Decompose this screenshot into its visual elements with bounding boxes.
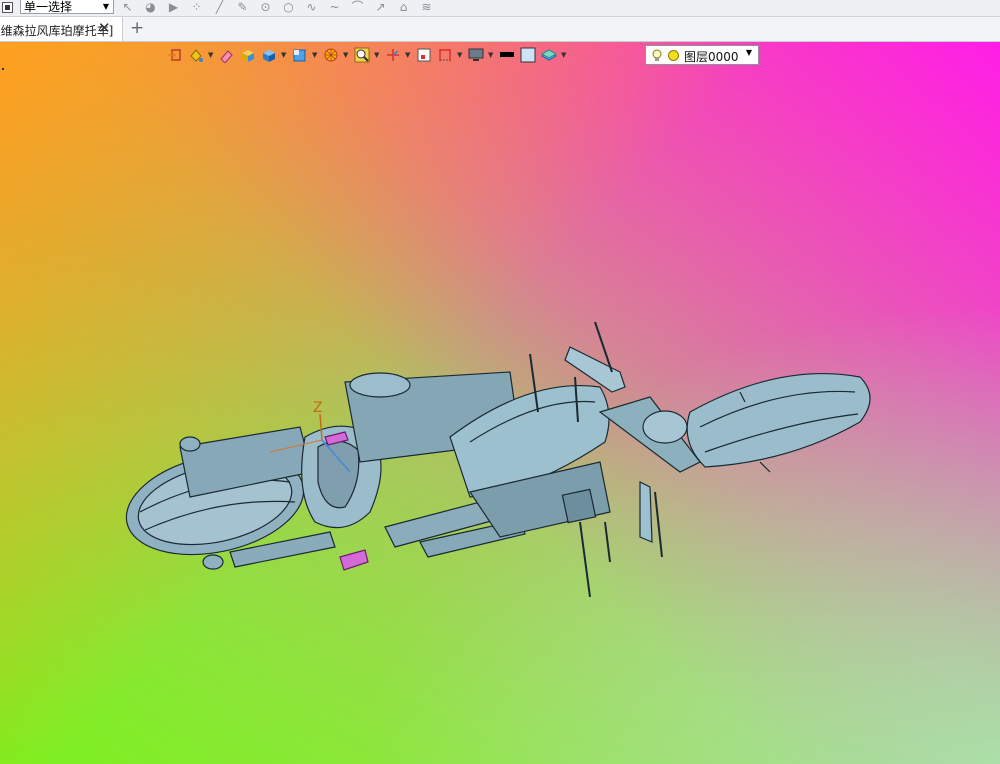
pen-icon[interactable]: ✎ — [235, 0, 250, 14]
headlight — [642, 410, 688, 444]
selection-mode-value: 单一选择 — [24, 0, 73, 14]
close-tab-icon[interactable]: ✕ — [98, 19, 111, 37]
arrow-icon[interactable]: ↗ — [373, 0, 388, 14]
line-icon[interactable]: ╱ — [212, 0, 227, 14]
select-arrow-icon[interactable]: ↖ — [120, 0, 135, 14]
front-wheel — [686, 372, 871, 468]
dropdown-arrow-icon: ▼ — [102, 2, 109, 11]
top-toolbar: 单一选择 ▼ ↖ ◕ ▶ ⁘ ╱ ✎ ⊙ ○ ∿ ~ ⌒ ↗ ⌂ ≋ — [0, 0, 1000, 17]
radiator — [561, 488, 597, 524]
tool-icon-group: ↖ ◕ ▶ ⁘ ╱ ✎ ⊙ ○ ∿ ~ ⌒ ↗ ⌂ ≋ — [120, 0, 434, 14]
circle-icon[interactable]: ○ — [281, 0, 296, 14]
toggle-checkbox[interactable] — [2, 2, 13, 13]
camera-icon[interactable]: ◕ — [143, 0, 158, 14]
layers-icon[interactable]: ≋ — [419, 0, 434, 14]
z-axis-label: Z — [313, 400, 323, 416]
curve-icon[interactable]: ∿ — [304, 0, 319, 14]
exhaust-end — [202, 554, 224, 570]
add-tab-button[interactable]: + — [130, 18, 144, 38]
document-tab-bar: [哈雷戴维森拉风库珀摩托车] ✕ + — [0, 17, 1000, 42]
arc-icon[interactable]: ⌒ — [350, 0, 365, 14]
3d-viewport[interactable]: ▼ ▼ ▼ ▼ ▼ ▼ ▼ ▼ ▼ 图层0000 ▼ Z — [0, 42, 1000, 764]
document-tab-label: [哈雷戴维森拉风库珀摩托车] — [0, 24, 114, 38]
document-tab[interactable]: [哈雷戴维森拉风库珀摩托车] ✕ — [0, 17, 123, 41]
motorcycle-model[interactable]: Z — [0, 42, 1000, 764]
tail-light — [179, 436, 201, 452]
play-icon[interactable]: ▶ — [166, 0, 181, 14]
selection-mode-dropdown[interactable]: 单一选择 ▼ — [20, 0, 114, 14]
scatter-icon[interactable]: ⁘ — [189, 0, 204, 14]
wave-icon[interactable]: ~ — [327, 0, 342, 14]
circle-point-icon[interactable]: ⊙ — [258, 0, 273, 14]
hat-icon[interactable]: ⌂ — [396, 0, 411, 14]
